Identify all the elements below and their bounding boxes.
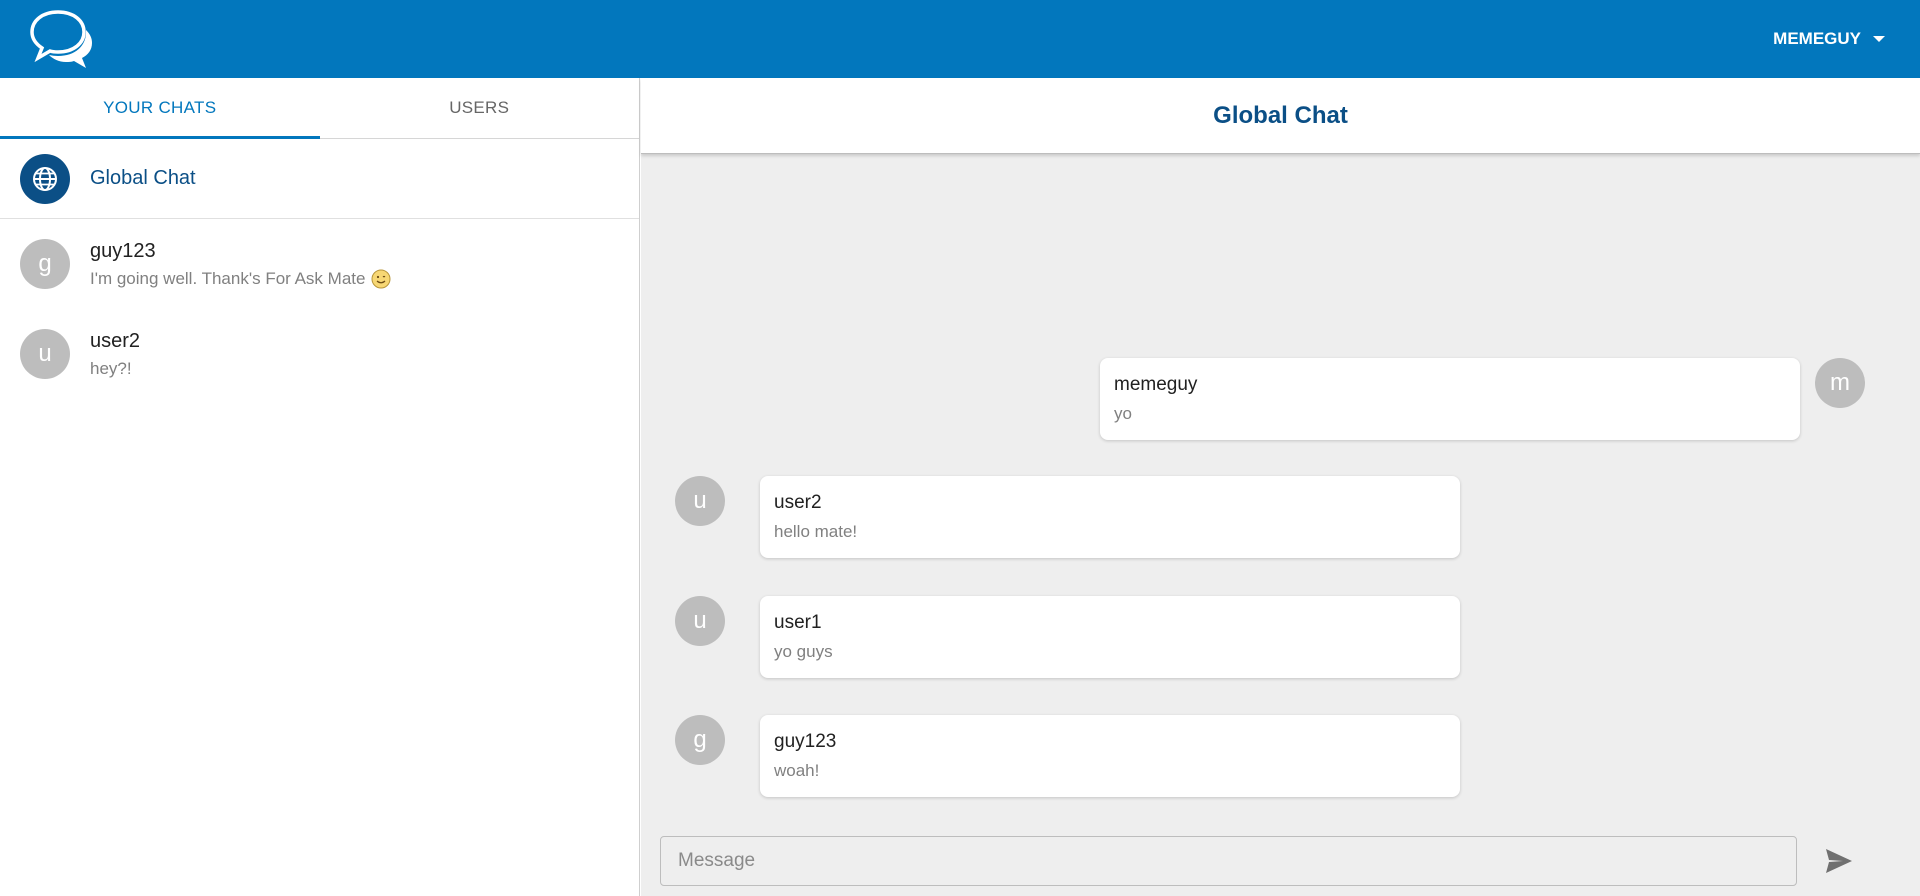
message-row: u user2 hello mate!: [675, 476, 1460, 558]
message-sender: user2: [774, 492, 822, 513]
avatar: g: [675, 715, 725, 765]
chat-header: Global Chat: [641, 78, 1920, 154]
smile-emoji-icon: [371, 269, 391, 288]
message-row: u user1 yo guys: [675, 596, 1460, 678]
chat-preview: I'm going well. Thank's For Ask Mate: [90, 268, 366, 288]
message-sender: memeguy: [1114, 374, 1198, 395]
chat-item-guy123[interactable]: g guy123 I'm going well. Thank's For Ask…: [0, 219, 639, 309]
message-sender: user1: [774, 612, 822, 633]
message-composer: [660, 836, 1900, 886]
avatar: g: [20, 239, 70, 289]
username-label: MEMEGUY: [1773, 29, 1861, 48]
user-menu-button[interactable]: MEMEGUY: [1773, 29, 1885, 49]
chat-panel: Global Chat memeguy yo m u user2 hello m…: [641, 78, 1920, 896]
chat-bubbles-icon[interactable]: [28, 5, 96, 73]
avatar: u: [675, 476, 725, 526]
app-header: MEMEGUY: [0, 0, 1920, 78]
message-row: memeguy yo m: [1100, 358, 1865, 440]
message-bubble: user2 hello mate!: [760, 476, 1460, 558]
message-text: yo: [1114, 404, 1132, 423]
chat-item-global-chat[interactable]: Global Chat: [0, 139, 639, 219]
chat-name: user2: [90, 329, 141, 352]
tab-your-chats[interactable]: YOUR CHATS: [0, 78, 320, 138]
active-tab-indicator: [0, 136, 320, 139]
send-icon[interactable]: [1824, 846, 1854, 876]
message-text: yo guys: [774, 642, 833, 661]
sidebar: YOUR CHATS USERS Global Chat g guy123 I'…: [0, 78, 640, 896]
tab-users[interactable]: USERS: [320, 78, 640, 138]
message-row: g guy123 woah!: [675, 715, 1460, 797]
message-input[interactable]: [660, 836, 1797, 886]
chat-preview: hey?!: [90, 358, 132, 378]
message-text: woah!: [774, 761, 820, 780]
message-bubble: memeguy yo: [1100, 358, 1800, 440]
message-text: hello mate!: [774, 522, 858, 541]
avatar: u: [675, 596, 725, 646]
avatar: m: [1815, 358, 1865, 408]
avatar: u: [20, 329, 70, 379]
globe-icon: [20, 153, 70, 204]
message-bubble: guy123 woah!: [760, 715, 1460, 797]
caret-down-icon: [1873, 36, 1885, 42]
message-bubble: user1 yo guys: [760, 596, 1460, 678]
chat-name: Global Chat: [90, 167, 196, 189]
message-sender: guy123: [774, 731, 837, 752]
chat-name: guy123: [90, 239, 156, 262]
chat-item-user2[interactable]: u user2 hey?!: [0, 309, 639, 399]
sidebar-tabs: YOUR CHATS USERS: [0, 78, 639, 139]
chat-title: Global Chat: [1213, 101, 1348, 129]
